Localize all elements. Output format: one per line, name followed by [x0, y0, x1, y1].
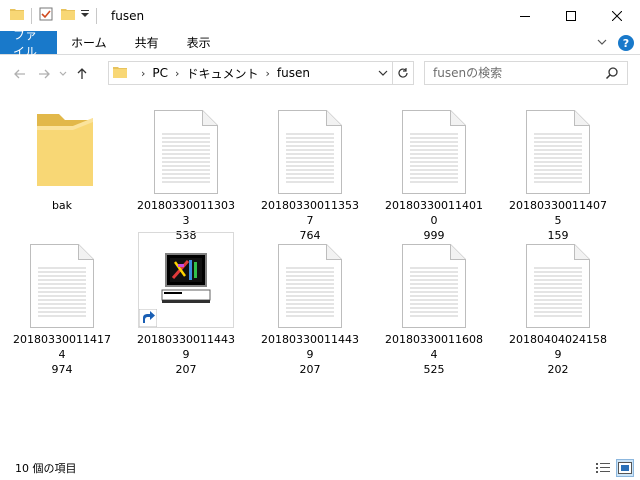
document-icon	[526, 110, 590, 194]
list-item[interactable]: 201803300114075 159	[506, 98, 610, 243]
chevron-right-icon[interactable]: ›	[265, 67, 269, 80]
item-thumbnail	[510, 232, 606, 328]
ribbon-right: ?	[596, 31, 634, 55]
item-thumbnail	[138, 98, 234, 194]
list-item[interactable]: 201803300114174 974	[10, 232, 114, 377]
up-button[interactable]	[70, 62, 94, 86]
shortcut-arrow-icon	[139, 309, 157, 327]
recent-locations-button[interactable]	[56, 62, 70, 86]
document-icon	[402, 110, 466, 194]
new-folder-icon[interactable]	[60, 6, 76, 25]
large-icons-view-icon	[618, 462, 632, 474]
address-dropdown-icon[interactable]	[375, 65, 391, 81]
document-icon	[278, 110, 342, 194]
search-box[interactable]	[424, 61, 628, 85]
item-thumbnail	[14, 98, 110, 194]
folder-icon	[37, 114, 93, 186]
document-icon	[278, 244, 342, 328]
item-label: 201803300114174 974	[13, 333, 111, 376]
tab-home[interactable]: ホーム	[57, 31, 121, 54]
forward-button[interactable]	[32, 62, 56, 86]
chevron-down-icon	[59, 71, 67, 76]
arrow-up-icon	[77, 68, 87, 79]
item-label: 201803300114439 207	[137, 333, 235, 376]
list-item[interactable]: 201803300113033 538	[134, 98, 238, 243]
document-icon	[526, 244, 590, 328]
expand-ribbon-icon[interactable]	[596, 36, 608, 51]
document-icon	[154, 110, 218, 194]
search-input[interactable]	[433, 66, 603, 80]
item-thumbnail	[262, 98, 358, 194]
tab-view[interactable]: 表示	[173, 31, 225, 54]
arrow-left-icon	[14, 69, 25, 79]
view-switcher	[594, 459, 634, 477]
tab-file[interactable]: ファイル	[0, 28, 57, 59]
item-thumbnail	[14, 232, 110, 328]
refresh-button[interactable]	[392, 62, 413, 84]
arrow-right-icon	[39, 69, 50, 79]
breadcrumb: › PC › ドキュメント › fusen	[134, 65, 310, 82]
list-item[interactable]: 201803300114010 999	[382, 98, 486, 243]
tab-share[interactable]: 共有	[121, 31, 173, 54]
properties-icon[interactable]	[38, 6, 54, 25]
refresh-icon	[398, 68, 408, 78]
document-icon	[402, 244, 466, 328]
details-view-button[interactable]	[594, 459, 612, 477]
back-button[interactable]	[8, 62, 32, 86]
minimize-button[interactable]	[502, 0, 548, 31]
divider	[31, 7, 32, 24]
chevron-right-icon[interactable]: ›	[141, 67, 145, 80]
list-item[interactable]: 201803300113537 764	[258, 98, 362, 243]
chevron-right-icon[interactable]: ›	[175, 67, 179, 80]
breadcrumb-pc[interactable]: PC	[152, 66, 168, 80]
list-item[interactable]: 201803300114439 207	[258, 232, 362, 377]
document-icon	[30, 244, 94, 328]
help-icon[interactable]: ?	[618, 35, 634, 51]
item-thumbnail	[386, 98, 482, 194]
file-list: bak 201803300113033 538 201803300113537 …	[0, 92, 640, 452]
item-count: 10 個の項目	[15, 462, 77, 475]
list-item[interactable]: 201803300114439 207	[134, 232, 238, 377]
status-bar: 10 個の項目	[0, 456, 640, 480]
breadcrumb-documents[interactable]: ドキュメント	[186, 65, 258, 82]
list-item[interactable]: 201803300116084 525	[382, 232, 486, 377]
close-button[interactable]	[594, 0, 640, 31]
folder-icon	[112, 64, 128, 83]
address-bar[interactable]: › PC › ドキュメント › fusen	[108, 61, 414, 85]
title-bar: fusen	[0, 0, 640, 31]
customize-toolbar-dropdown-icon[interactable]	[80, 6, 90, 25]
details-view-icon	[596, 463, 610, 473]
list-item[interactable]: bak	[10, 98, 114, 213]
ribbon-tabs: ファイル ホーム 共有 表示 ?	[0, 28, 640, 59]
divider	[96, 7, 97, 24]
window-controls	[502, 0, 640, 31]
search-icon[interactable]	[605, 66, 619, 83]
computer-app-icon	[161, 253, 211, 303]
list-item[interactable]: 201804040241589 202	[506, 232, 610, 377]
item-label: 201804040241589 202	[509, 333, 607, 376]
item-label: 201803300114439 207	[261, 333, 359, 376]
folder-icon[interactable]	[9, 6, 25, 25]
breadcrumb-fusen[interactable]: fusen	[277, 66, 310, 80]
large-icons-view-button[interactable]	[616, 459, 634, 477]
item-label: 201803300116084 525	[385, 333, 483, 376]
item-thumbnail	[510, 98, 606, 194]
item-thumbnail	[138, 232, 234, 328]
window-title: fusen	[111, 8, 145, 23]
maximize-button[interactable]	[548, 0, 594, 31]
item-label: bak	[51, 199, 73, 212]
item-thumbnail	[386, 232, 482, 328]
item-thumbnail	[262, 232, 358, 328]
